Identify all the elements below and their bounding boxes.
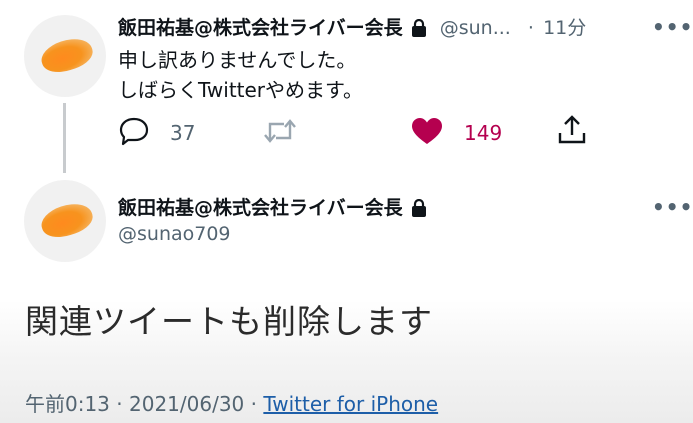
separator: · <box>116 392 123 416</box>
tweet2-header: 飯田祐基@株式会社ライバー会長 <box>118 193 427 221</box>
thread-line <box>63 103 66 173</box>
tweet-time[interactable]: 午前0:13 <box>25 392 110 416</box>
like-count: 149 <box>464 121 503 145</box>
heart-icon <box>410 116 444 150</box>
share-button[interactable] <box>556 114 588 150</box>
tweet1-text: 申し訳ありませんでした。 しばらくTwitterやめます。 <box>118 45 363 105</box>
tweet1-header: 飯田祐基@株式会社ライバー会長 @sun... · 11分 <box>118 13 586 41</box>
timestamp[interactable]: 11分 <box>543 17 586 39</box>
more-icon[interactable]: ••• <box>652 195 693 219</box>
retweet-button[interactable] <box>262 116 318 150</box>
display-name[interactable]: 飯田祐基@株式会社ライバー会長 <box>118 17 403 39</box>
reply-icon <box>118 116 150 150</box>
source-link[interactable]: Twitter for iPhone <box>263 392 438 416</box>
reply-button[interactable]: 37 <box>118 116 195 150</box>
tweet-text-line: 申し訳ありませんでした。 <box>118 48 357 72</box>
avatar[interactable] <box>24 180 106 262</box>
tweet-text-line: しばらくTwitterやめます。 <box>118 78 364 102</box>
tweet-date[interactable]: 2021/06/30 <box>129 392 244 416</box>
more-icon[interactable]: ••• <box>652 15 693 39</box>
avatar[interactable] <box>24 15 106 97</box>
display-name[interactable]: 飯田祐基@株式会社ライバー会長 <box>118 197 403 219</box>
avatar-image <box>37 33 97 78</box>
avatar-image <box>37 198 97 243</box>
lock-icon <box>411 18 427 41</box>
retweet-icon <box>262 116 298 150</box>
tweet-meta: 午前0:13 · 2021/06/30 · Twitter for iPhone <box>25 388 438 417</box>
handle[interactable]: @sun... <box>440 17 511 39</box>
share-icon <box>556 114 588 150</box>
like-button[interactable]: 149 <box>410 116 502 150</box>
tweet-text: 関連ツイートも削除します <box>25 302 433 341</box>
handle[interactable]: @sunao709 <box>118 223 231 245</box>
reply-count: 37 <box>170 121 196 145</box>
separator: · <box>527 17 534 39</box>
separator: · <box>250 392 257 416</box>
lock-icon <box>411 198 427 221</box>
